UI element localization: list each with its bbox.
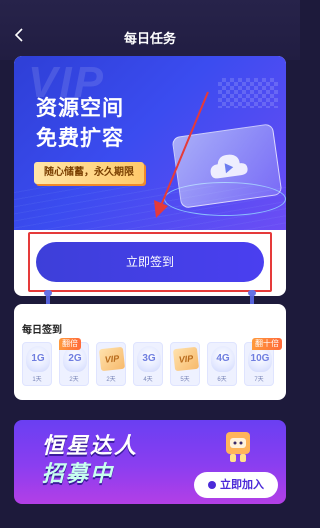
day-item[interactable]: VIP 2天 (96, 342, 126, 386)
page-title: 每日任务 (123, 31, 176, 46)
recruit-headline: 恒星达人 招募中 (42, 432, 138, 488)
banner-headline: 资源空间 免费扩容 (36, 94, 124, 154)
space-reward-icon: 3G (137, 346, 161, 372)
double-tag: 翻倍 (59, 338, 81, 350)
day-label: 1天 (32, 377, 42, 383)
daily-checkin-panel: 每日签到 1G 1天 2G 2天 VIP 2天 3G 4天 VIP 5天 4G … (14, 304, 286, 400)
day-label: 4天 (143, 377, 153, 383)
day-label: 2天 (69, 377, 79, 383)
cloud-card-illustration (171, 123, 283, 209)
mascot-icon (226, 432, 250, 462)
checker-decoration (218, 78, 278, 108)
day-item[interactable]: 3G 4天 (133, 342, 163, 386)
day-item[interactable]: 4G 6天 (207, 342, 237, 386)
join-label: 立即加入 (220, 479, 264, 491)
day-item[interactable]: VIP 5天 (170, 342, 200, 386)
space-banner: VIP 资源空间 免费扩容 随心储蓄，永久期限 (14, 56, 286, 230)
join-button[interactable]: 立即加入 (194, 472, 278, 498)
join-dot-icon (208, 481, 216, 490)
day-item[interactable]: 1G 1天 (22, 342, 52, 386)
checkin-button[interactable]: 立即签到 (36, 242, 264, 282)
daily-checkin-title: 每日签到 (22, 325, 62, 336)
space-reward-icon: 4G (211, 346, 235, 372)
day-label: 2天 (106, 377, 116, 383)
cloud-play-icon (210, 154, 248, 179)
banner-pill: 随心储蓄，永久期限 (34, 162, 144, 184)
vip-reward-icon: VIP (98, 346, 126, 372)
day-label: 7天 (254, 377, 264, 383)
headline-line1: 资源空间 (36, 97, 124, 120)
top-bar: 每日任务 (0, 0, 300, 60)
day-label: 6天 (217, 377, 227, 383)
recruit-banner[interactable]: 恒星达人 招募中 立即加入 (14, 420, 286, 504)
day-label: 5天 (180, 377, 190, 383)
headline-line2: 免费扩容 (36, 127, 124, 150)
recruit-line2: 招募中 (42, 461, 115, 486)
vip-reward-icon: VIP (172, 346, 200, 372)
tenfold-tag: 翻十倍 (252, 338, 282, 350)
recruit-line1: 恒星达人 (42, 433, 139, 458)
space-reward-icon: 1G (26, 346, 50, 372)
